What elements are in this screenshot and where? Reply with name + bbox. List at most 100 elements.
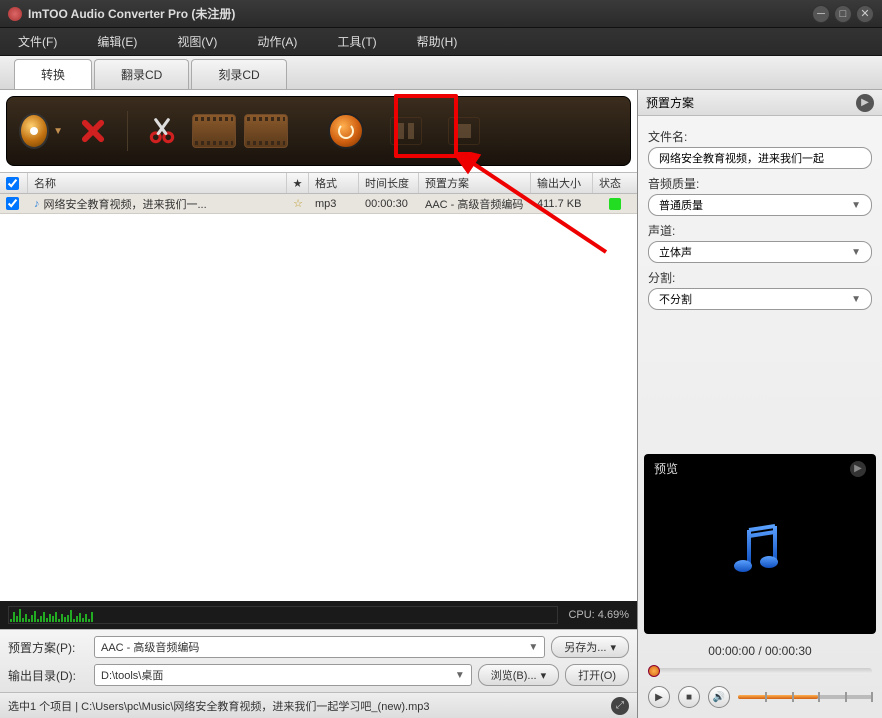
preview-title: 预览 (654, 460, 678, 477)
remove-button[interactable] (71, 109, 115, 153)
preview-expand-button[interactable]: ▶ (850, 461, 866, 477)
table-row[interactable]: ♪ 网络安全教育视频，进来我们一... ☆ mp3 00:00:30 AAC -… (0, 194, 637, 214)
tab-convert[interactable]: 转换 (14, 59, 92, 89)
channel-label: 声道: (648, 222, 872, 239)
header-checkbox[interactable] (0, 173, 28, 193)
preset-combo[interactable]: AAC - 高级音频编码 ▼ (94, 636, 545, 658)
cpu-graph-icon (8, 606, 558, 624)
save-as-button[interactable]: 另存为...▾ (551, 636, 629, 658)
menu-edit[interactable]: 编辑(E) (89, 29, 145, 54)
cpu-value: 4.69% (598, 609, 629, 621)
stop-button[interactable] (448, 117, 480, 145)
row-filename: 网络安全教育视频，进来我们一... (44, 196, 207, 212)
header-duration[interactable]: 时间长度 (359, 173, 419, 193)
time-display: 00:00:00 / 00:00:30 (638, 640, 882, 662)
row-favorite[interactable]: ☆ (287, 194, 309, 213)
chevron-down-icon: ▼ (851, 247, 861, 258)
play-button[interactable]: ▶ (648, 686, 670, 708)
player-controls: ▶ ■ 🔊 (638, 680, 882, 718)
file-list: ♪ 网络安全教育视频，进来我们一... ☆ mp3 00:00:30 AAC -… (0, 194, 637, 601)
bottom-controls: 预置方案(P): AAC - 高级音频编码 ▼ 另存为...▾ 输出目录(D):… (0, 629, 637, 692)
header-preset[interactable]: 预置方案 (419, 173, 531, 193)
music-notes-icon (725, 516, 795, 586)
playback-slider[interactable] (648, 668, 872, 674)
row-size: 411.7 KB (531, 194, 593, 213)
clip-button-1[interactable] (192, 109, 236, 153)
stop-playback-button[interactable]: ■ (678, 686, 700, 708)
header-format[interactable]: 格式 (309, 173, 359, 193)
cpu-bar: CPU: 4.69% (0, 601, 637, 629)
preview-panel: 预览 ▶ (644, 454, 876, 634)
preset-value: AAC - 高级音频编码 (101, 639, 199, 655)
split-combo[interactable]: 不分割▼ (648, 288, 872, 310)
status-text: 选中1 个项目 | C:\Users\pc\Music\网络安全教育视频，进来我… (8, 698, 430, 714)
status-bar: 选中1 个项目 | C:\Users\pc\Music\网络安全教育视频，进来我… (0, 692, 637, 718)
tab-rip-cd[interactable]: 翻录CD (94, 59, 189, 89)
chevron-down-icon: ▼ (455, 670, 465, 681)
menu-tools[interactable]: 工具(T) (329, 29, 384, 54)
preset-panel-title: 预置方案 (646, 94, 694, 111)
slider-thumb-icon (648, 665, 660, 677)
maximize-button[interactable]: □ (834, 5, 852, 23)
app-logo-icon (8, 7, 22, 21)
header-status[interactable]: 状态 (593, 173, 637, 193)
minimize-button[interactable]: ─ (812, 5, 830, 23)
film-icon (244, 114, 288, 148)
chevron-down-icon: ▼ (528, 642, 538, 653)
menu-bar: 文件(F) 编辑(E) 视图(V) 动作(A) 工具(T) 帮助(H) (0, 28, 882, 56)
menu-file[interactable]: 文件(F) (10, 29, 65, 54)
row-format: mp3 (309, 194, 359, 213)
output-dir-combo[interactable]: D:\tools\桌面 ▼ (94, 664, 472, 686)
clip-button-2[interactable] (244, 109, 288, 153)
header-favorite[interactable]: ★ (287, 173, 309, 193)
preset-label: 预置方案(P): (8, 639, 88, 656)
chevron-down-icon: ▼ (851, 200, 861, 211)
filename-field[interactable]: 网络安全教育视频，进来我们一起 (648, 147, 872, 169)
chevron-down-icon: ▾ (610, 641, 616, 654)
separator (127, 111, 128, 151)
right-panel: 预置方案 ▶ 文件名: 网络安全教育视频，进来我们一起 音频质量: 普通质量▼ … (638, 90, 882, 718)
preset-panel-header: 预置方案 ▶ (638, 90, 882, 116)
main-tabs: 转换 翻录CD 刻录CD (0, 56, 882, 90)
expand-button[interactable]: ⤢ (611, 697, 629, 715)
chevron-down-icon: ▼ (851, 294, 861, 305)
convert-button[interactable] (324, 109, 368, 153)
pause-button[interactable] (390, 117, 422, 145)
pause-icon (398, 123, 414, 139)
cut-button[interactable] (140, 109, 184, 153)
volume-button[interactable]: 🔊 (708, 686, 730, 708)
disc-icon (19, 113, 49, 149)
open-button[interactable]: 打开(O) (565, 664, 629, 686)
tab-burn-cd[interactable]: 刻录CD (191, 59, 286, 89)
header-output-size[interactable]: 输出大小 (531, 173, 593, 193)
cpu-label: CPU: (568, 609, 594, 621)
add-files-button[interactable]: ▼ (19, 109, 63, 153)
convert-icon (328, 113, 364, 149)
status-ready-icon (609, 198, 621, 210)
preset-expand-button[interactable]: ▶ (856, 94, 874, 112)
film-icon (192, 114, 236, 148)
volume-slider[interactable] (738, 695, 872, 699)
output-dir-label: 输出目录(D): (8, 667, 88, 684)
filename-label: 文件名: (648, 128, 872, 145)
menu-help[interactable]: 帮助(H) (409, 29, 466, 54)
quality-combo[interactable]: 普通质量▼ (648, 194, 872, 216)
chevron-down-icon: ▼ (53, 126, 63, 137)
browse-button[interactable]: 浏览(B)...▾ (478, 664, 559, 686)
x-icon (79, 117, 107, 145)
chevron-down-icon: ▾ (541, 669, 547, 682)
column-headers: 名称 ★ 格式 时间长度 预置方案 输出大小 状态 (0, 172, 637, 194)
row-checkbox[interactable] (6, 197, 19, 210)
output-dir-value: D:\tools\桌面 (101, 667, 163, 683)
channel-combo[interactable]: 立体声▼ (648, 241, 872, 263)
menu-action[interactable]: 动作(A) (249, 29, 305, 54)
window-title: ImTOO Audio Converter Pro (未注册) (28, 5, 808, 22)
quality-label: 音频质量: (648, 175, 872, 192)
row-preset: AAC - 高级音频编码 (419, 194, 531, 213)
scissors-icon (147, 116, 177, 146)
close-button[interactable]: ✕ (856, 5, 874, 23)
header-name[interactable]: 名称 (28, 173, 287, 193)
menu-view[interactable]: 视图(V) (169, 29, 225, 54)
music-note-icon: ♪ (34, 198, 40, 210)
title-bar: ImTOO Audio Converter Pro (未注册) ─ □ ✕ (0, 0, 882, 28)
